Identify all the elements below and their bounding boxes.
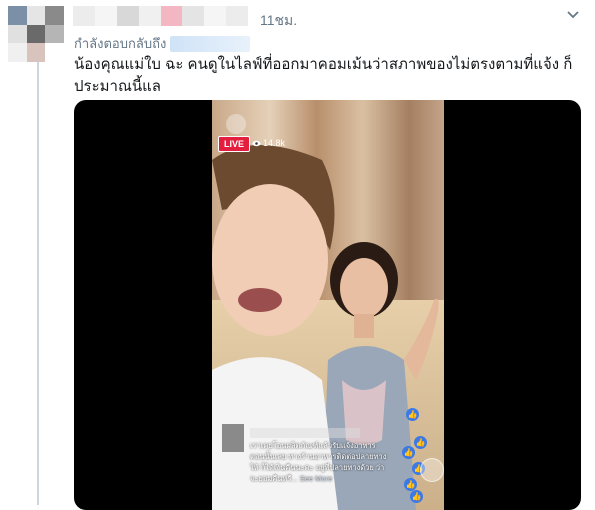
thread-line <box>37 58 39 505</box>
like-icon: 👍 <box>402 446 415 459</box>
like-icon: 👍 <box>406 408 419 421</box>
author-name-blurred[interactable] <box>73 6 248 26</box>
like-icon: 👍 <box>414 436 427 449</box>
commenter-avatar-blurred <box>222 424 244 452</box>
commenter-name-blurred <box>250 428 360 438</box>
player-control-dot[interactable] <box>420 458 444 482</box>
live-comment: เราเคยโอนผลิตภัณฑ์แล้วรับแจ้งอาหาร ตอนนั… <box>216 420 396 498</box>
chevron-down-icon[interactable] <box>566 10 580 20</box>
live-video-frame[interactable]: LIVE 14.8k เราเคยโอนผลิตภัณฑ์แล้วรับแจ้ง… <box>212 100 444 510</box>
viewer-count: 14.8k <box>252 138 285 148</box>
broadcaster-avatar[interactable] <box>226 114 246 134</box>
comment-body: เราเคยโอนผลิตภัณฑ์แล้วรับแจ้งอาหาร ตอนนั… <box>250 440 390 484</box>
reaction-stream: 👍 👍 👍 👍 👍 👍 <box>400 408 430 508</box>
reply-context: กำลังตอบกลับถึง <box>74 33 251 54</box>
reply-prefix: กำลังตอบกลับถึง <box>74 36 167 51</box>
live-badge: LIVE <box>218 136 251 152</box>
viewer-count-value: 14.8k <box>263 138 286 148</box>
like-icon: 👍 <box>410 490 423 503</box>
avatar[interactable] <box>8 6 64 62</box>
see-more-link[interactable]: See More <box>300 474 333 483</box>
video-media[interactable]: LIVE 14.8k เราเคยโอนผลิตภัณฑ์แล้วรับแจ้ง… <box>74 100 581 510</box>
eye-icon <box>252 140 261 146</box>
tweet-time[interactable]: 11ชม. <box>260 10 297 32</box>
tweet-text: น้องคุณแม่ใบ ฉะ คนดูในไลฟ์ที่ออกมาคอมเม้… <box>74 56 573 95</box>
reply-handle-blurred[interactable] <box>170 35 251 52</box>
